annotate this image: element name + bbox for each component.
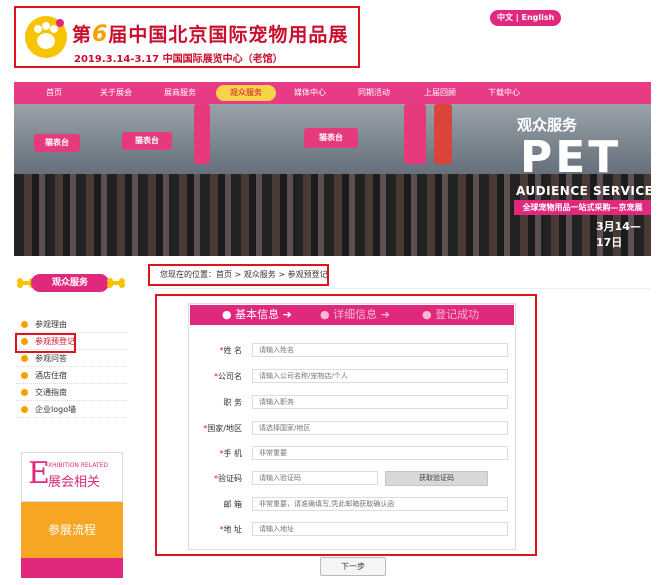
nav-media[interactable]: 媒体中心	[280, 82, 340, 104]
phone-input[interactable]	[252, 446, 508, 460]
step-success: ● 登记成功	[422, 308, 480, 321]
divider	[148, 288, 651, 289]
form-row-address: *地 址	[190, 522, 514, 538]
exhibition-en: XHIBITION RELATED	[48, 462, 108, 469]
bullet-icon	[21, 321, 28, 328]
highlight-box	[15, 333, 76, 353]
position-input[interactable]	[252, 395, 508, 409]
form-row-position: 职 务	[190, 395, 514, 411]
booth-banner	[434, 104, 452, 164]
exhibit-process-link[interactable]: 参展流程	[21, 502, 123, 558]
nav-events[interactable]: 同期活动	[344, 82, 404, 104]
sidebar-item-label: 参观问答	[35, 354, 67, 363]
sidebar-header: 观众服务	[17, 268, 125, 298]
form-steps: ● 基本信息 ➔ ● 详细信息 ➔ ● 登记成功	[190, 305, 514, 325]
bullet-icon	[21, 389, 28, 396]
step-detail-info: ● 详细信息 ➔	[320, 308, 390, 321]
sidebar-item-transport[interactable]: 交通指南	[16, 384, 128, 401]
bullet-icon	[21, 406, 28, 413]
sidebar-item-logo-wall[interactable]: 企业logo墙	[16, 401, 128, 418]
booth-sign: 猫表台	[304, 128, 358, 148]
field-label: 邮 箱	[223, 500, 242, 509]
sidebar-item-label: 参观理由	[35, 320, 67, 329]
form-row-phone: *手 机	[190, 446, 514, 462]
company-input[interactable]	[252, 369, 508, 383]
main-nav: 首页 关于展会 展商服务 观众服务 媒体中心 同期活动 上届回顾 下载中心	[14, 82, 651, 104]
field-label: *国家/地区	[203, 424, 242, 433]
hero-banner: 猫表台 猫表台 猫表台 观众服务 PET AUDIENCE SERVICE 全球…	[14, 104, 651, 256]
bullet-icon	[21, 372, 28, 379]
next-step-button[interactable]: 下一步	[320, 557, 386, 576]
field-label: *姓 名	[219, 346, 242, 355]
sidebar-promo[interactable]	[21, 558, 123, 578]
breadcrumb: 您现在的位置：首页 > 观众服务 > 参观预登记	[148, 264, 329, 286]
sidebar-title: 观众服务	[31, 274, 109, 292]
exhibition-letter: E	[28, 456, 50, 491]
captcha-input[interactable]	[252, 471, 378, 485]
sidebar-item-label: 企业logo墙	[35, 405, 77, 414]
address-input[interactable]	[252, 522, 508, 536]
step-basic-info: ● 基本信息 ➔	[222, 308, 292, 321]
form-row-email: 邮 箱	[190, 497, 514, 513]
booth-sign: 猫表台	[122, 132, 172, 150]
sidebar-menu: 参观理由 参观预登记 参观问答 酒店住宿 交通指南 企业logo墙	[16, 316, 128, 418]
form-row-captcha: *验证码 获取验证码	[190, 471, 514, 487]
banner-pet-text: PET	[520, 132, 622, 183]
get-captcha-button[interactable]: 获取验证码	[385, 471, 488, 486]
paw-logo-icon	[25, 16, 67, 58]
nav-about[interactable]: 关于展会	[86, 82, 146, 104]
nav-review[interactable]: 上届回顾	[410, 82, 470, 104]
form-row-company: *公司名	[190, 369, 514, 385]
sidebar-item-reasons[interactable]: 参观理由	[16, 316, 128, 333]
booth-banner	[194, 104, 210, 164]
field-label: *公司名	[214, 372, 242, 381]
booth-banner	[404, 104, 426, 164]
bullet-icon	[21, 355, 28, 362]
bone-icon	[107, 278, 125, 288]
email-input[interactable]	[252, 497, 508, 511]
banner-slogan: 全球宠物用品一站式采购—京宠展	[514, 200, 651, 215]
banner-audience-service: AUDIENCE SERVICE	[516, 184, 651, 198]
field-label: *验证码	[214, 474, 242, 483]
banner-date: 3月14—17日	[596, 220, 641, 249]
language-switch[interactable]: 中文 | English	[490, 10, 562, 26]
field-label: 职 务	[223, 398, 242, 407]
sidebar-item-label: 酒店住宿	[35, 371, 67, 380]
nav-exhibitor-services[interactable]: 展商服务	[150, 82, 210, 104]
name-input[interactable]	[252, 343, 508, 357]
exhibition-related-link[interactable]: E XHIBITION RELATED 展会相关	[21, 452, 123, 502]
exhibition-date-venue: 2019.3.14-3.17 中国国际展览中心（老馆）	[74, 54, 283, 65]
exhibition-zh: 展会相关	[48, 475, 101, 490]
field-label: *地 址	[219, 525, 242, 534]
booth-sign: 猫表台	[34, 134, 80, 152]
country-select[interactable]	[252, 421, 508, 435]
sidebar-item-label: 交通指南	[35, 388, 67, 397]
form-row-country: *国家/地区	[190, 421, 514, 437]
nav-home[interactable]: 首页	[24, 82, 84, 104]
nav-visitor-services[interactable]: 观众服务	[216, 85, 276, 101]
exhibition-title: 第6届中国北京国际宠物用品展	[72, 22, 349, 47]
form-row-name: *姓 名	[190, 343, 514, 359]
nav-download[interactable]: 下载中心	[474, 82, 534, 104]
field-label: *手 机	[219, 449, 242, 458]
exhibition-logo[interactable]: 第6届中国北京国际宠物用品展 2019.3.14-3.17 中国国际展览中心（老…	[14, 6, 360, 68]
sidebar-item-hotel[interactable]: 酒店住宿	[16, 367, 128, 384]
